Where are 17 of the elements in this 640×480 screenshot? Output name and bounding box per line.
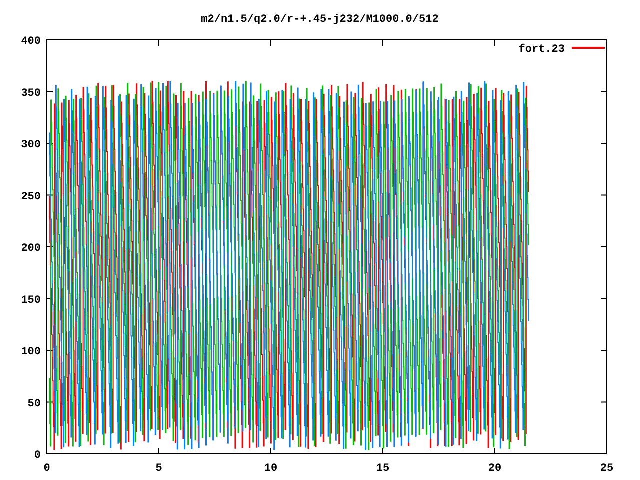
- y-tick-label: 400: [21, 36, 41, 48]
- x-tick-label: 25: [600, 463, 614, 475]
- x-tick-label: 10: [264, 463, 278, 475]
- legend-label: fort.23: [518, 44, 565, 56]
- y-tick-label: 100: [21, 346, 41, 358]
- y-tick-label: 250: [21, 191, 41, 204]
- x-tick-label: 5: [156, 463, 162, 475]
- y-tick-label: 50: [28, 398, 41, 410]
- y-tick-label: 150: [21, 294, 41, 307]
- y-tick-label: 0: [34, 450, 41, 462]
- x-tick-label: 0: [44, 463, 50, 475]
- y-tick-label: 300: [21, 140, 41, 152]
- x-tick-label: 20: [488, 463, 502, 475]
- chart-title: m2/n1.5/q2.0/r-+.45-j232/M1000.0/512: [201, 14, 439, 26]
- y-tick-label: 200: [21, 243, 41, 255]
- y-tick-label: 350: [21, 88, 41, 100]
- x-tick-label: 15: [376, 463, 390, 475]
